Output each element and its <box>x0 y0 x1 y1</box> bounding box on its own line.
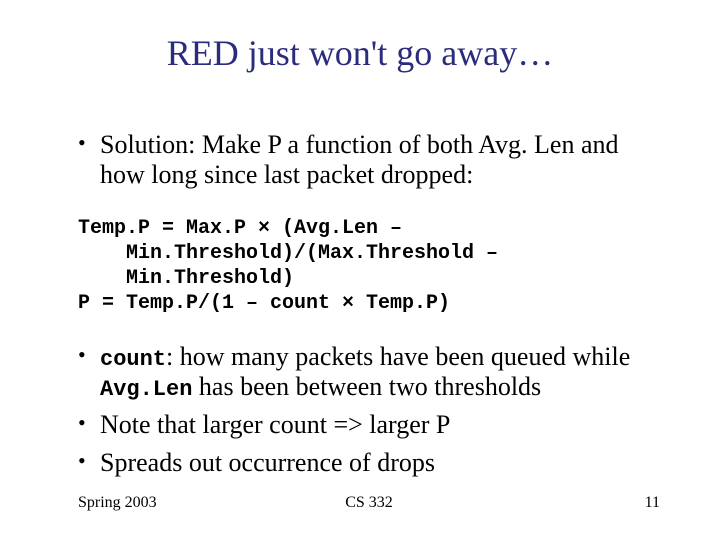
code-inline-count: count <box>100 347 166 372</box>
code-line-1: Temp.P = Max.P × (Avg.Len – <box>78 217 402 240</box>
bullet-list-1: Solution: Make P a function of both Avg.… <box>78 130 660 190</box>
slide-body: Solution: Make P a function of both Avg.… <box>78 130 660 486</box>
code-line-3: P = Temp.P/(1 – count × Temp.P) <box>78 292 450 315</box>
bullet-spreads: Spreads out occurrence of drops <box>78 448 660 478</box>
bullet-list-2: count: how many packets have been queued… <box>78 342 660 478</box>
code-line-2: Min.Threshold)/(Max.Threshold – Min.Thre… <box>78 241 660 291</box>
code-inline-avglen: Avg.Len <box>100 377 192 402</box>
bullet-solution: Solution: Make P a function of both Avg.… <box>78 130 660 190</box>
bullet-count: count: how many packets have been queued… <box>78 342 660 403</box>
slide: RED just won't go away… Solution: Make P… <box>0 0 720 540</box>
bullet-note: Note that larger count => larger P <box>78 410 660 440</box>
bullet-count-text-2: has been between two thresholds <box>192 372 541 401</box>
bullet-count-text-1: : how many packets have been queued whil… <box>166 342 630 371</box>
footer-center: CS 332 <box>78 494 660 512</box>
slide-footer: Spring 2003 CS 332 11 <box>78 494 660 512</box>
code-block: Temp.P = Max.P × (Avg.Len – Min.Threshol… <box>78 216 660 316</box>
slide-title: RED just won't go away… <box>0 32 720 74</box>
